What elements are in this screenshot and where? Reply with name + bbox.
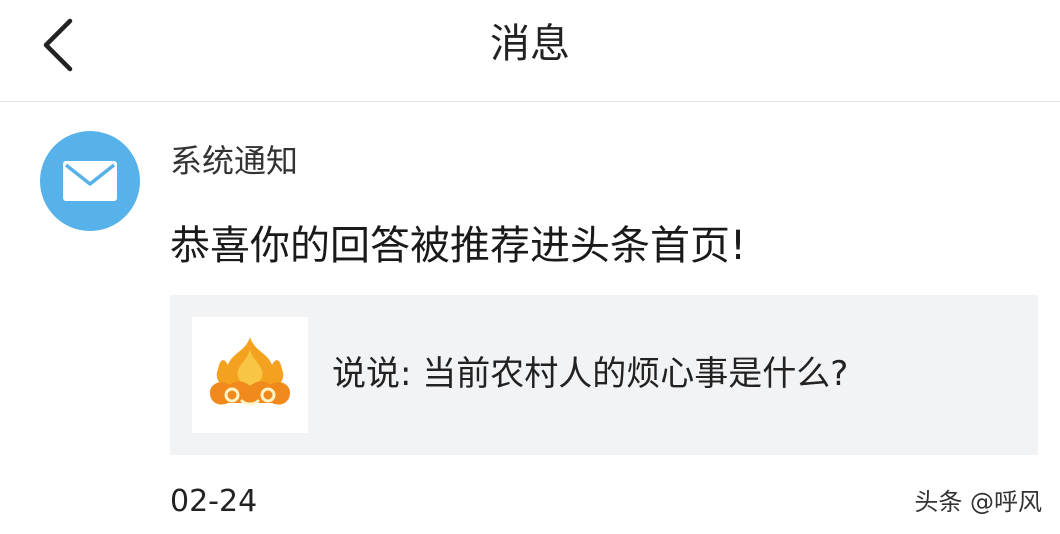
message-text: 恭喜你的回答被推荐进头条首页!: [170, 223, 747, 269]
card-question-text: 说说: 当前农村人的烦心事是什么?: [332, 354, 849, 394]
top-nav-bar: 消息: [0, 0, 1060, 102]
sender-name: 系统通知: [170, 142, 299, 180]
linked-question-card[interactable]: 说说: 当前农村人的烦心事是什么?: [170, 295, 1038, 455]
page-title: 消息: [490, 21, 570, 67]
fire-cloud-logo: [210, 337, 290, 406]
card-thumbnail: [192, 317, 308, 433]
messages-page: 消息 系统通知 恭喜你的回答被推荐进头条首页! 说说: 当前农村人的烦心事是什么…: [0, 0, 1060, 534]
watermark: 头条 @呼风: [914, 488, 1042, 516]
message-date: 02-24: [170, 484, 258, 519]
envelope-icon: [63, 161, 117, 201]
system-notice-avatar: [40, 131, 140, 231]
